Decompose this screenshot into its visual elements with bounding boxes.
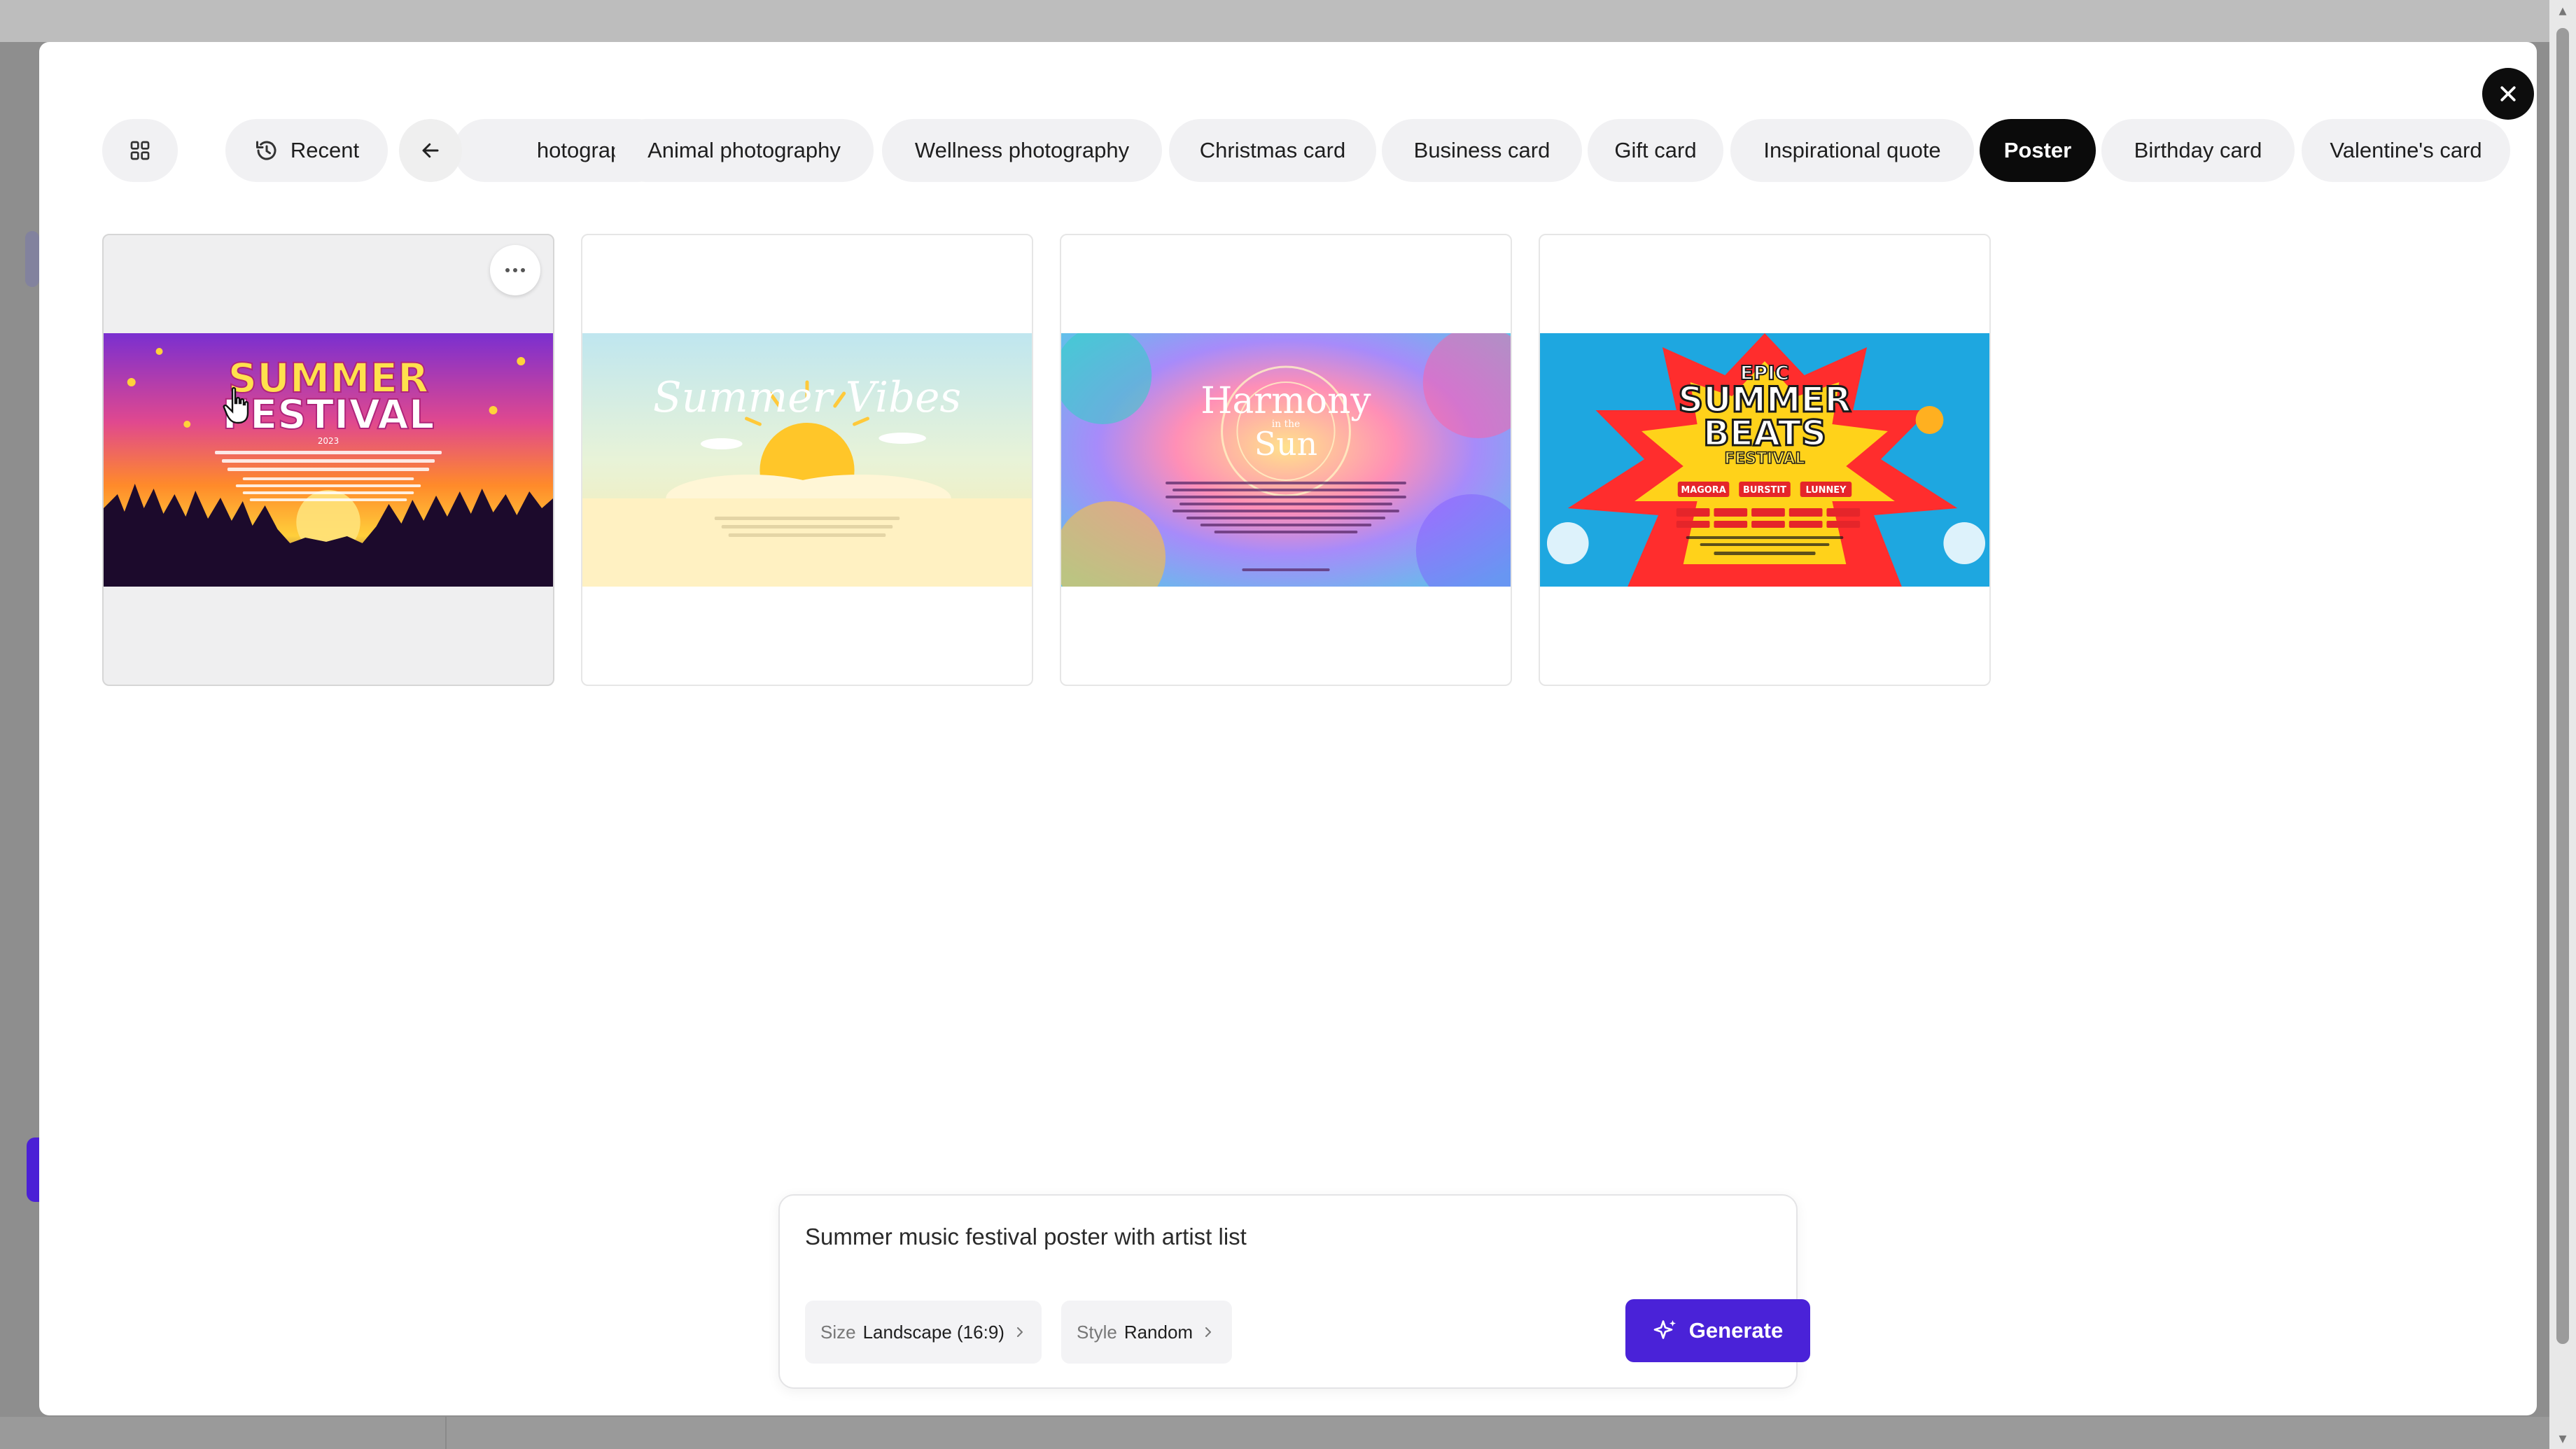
result-card-summer-festival[interactable]: SUMMER FESTIVAL 2023	[102, 234, 554, 686]
chip-label: Christmas card	[1199, 138, 1346, 162]
backdrop-sidebar-item	[25, 231, 39, 287]
size-key: Size	[820, 1321, 856, 1343]
chip-christmas-card[interactable]: Christmas card	[1169, 119, 1376, 182]
scrollbar-thumb[interactable]	[2556, 28, 2569, 1344]
poster-title: Harmony	[1200, 380, 1371, 422]
mouse-cursor-hand-icon	[223, 387, 249, 424]
chip-business-card[interactable]: Business card	[1382, 119, 1582, 182]
sparkle-icon	[1653, 1320, 1676, 1339]
poster-image-summer-vibes[interactable]: Summer Vibes	[582, 333, 1032, 587]
poster-title-line2: FESTIVAL	[222, 391, 434, 438]
grid-view-button[interactable]	[102, 119, 178, 182]
chip-label: Birthday card	[2134, 138, 2262, 162]
poster-title: Summer Vibes	[653, 373, 961, 422]
chip-gift-card[interactable]: Gift card	[1588, 119, 1723, 182]
chip-animal-photography[interactable]: Animal photography	[615, 119, 874, 182]
scroll-left-button[interactable]	[399, 119, 462, 182]
prompt-panel: Size Landscape (16:9) Style Random Gener…	[778, 1194, 1810, 1389]
poster-artist: LUNNEY	[1805, 485, 1847, 496]
size-value: Landscape (16:9)	[862, 1321, 1004, 1343]
backdrop-divider	[445, 1417, 447, 1449]
poster-title-line3: BEATS	[1703, 413, 1826, 454]
close-icon	[2500, 86, 2516, 102]
backdrop-top	[0, 0, 2576, 42]
chip-valentines-card[interactable]: Valentine's card	[2302, 119, 2510, 182]
chip-inspirational-quote[interactable]: Inspirational quote	[1730, 119, 1974, 182]
style-selector[interactable]: Style Random	[1061, 1301, 1232, 1364]
scroll-down-arrow-icon[interactable]: ▾	[2555, 1431, 2570, 1446]
chip-label: Recent	[290, 138, 360, 162]
result-card-epic-summer-beats[interactable]: EPIC SUMMER BEATS FESTIVAL MAGORA BURSTI…	[1539, 234, 1991, 686]
chip-label: Animal photography	[648, 138, 841, 162]
result-card-harmony-sun[interactable]: Harmony in the Sun	[1060, 234, 1512, 686]
chip-label: Wellness photography	[914, 138, 1130, 162]
prompt-input[interactable]	[805, 1224, 1715, 1250]
chip-recent[interactable]: Recent	[225, 119, 388, 182]
size-selector[interactable]: Size Landscape (16:9)	[805, 1301, 1042, 1364]
chip-wellness-photography[interactable]: Wellness photography	[882, 119, 1162, 182]
chip-label: Gift card	[1614, 138, 1697, 162]
poster-title-line2: Sun	[1254, 425, 1317, 463]
style-key: Style	[1077, 1321, 1117, 1343]
style-value: Random	[1124, 1321, 1194, 1343]
poster-artist: BURSTIT	[1743, 485, 1786, 496]
poster-title-line4: FESTIVAL	[1725, 450, 1805, 468]
poster-image-summer-festival[interactable]: SUMMER FESTIVAL 2023	[104, 333, 553, 587]
chip-label: Poster	[2003, 138, 2072, 162]
history-icon	[254, 138, 279, 163]
category-chip-row: Recent hotography Animal photography Wel…	[102, 119, 2510, 182]
poster-year: 2023	[318, 436, 339, 446]
scroll-up-arrow-icon[interactable]: ▴	[2555, 3, 2570, 18]
chip-label: Inspirational quote	[1763, 138, 1941, 162]
poster-artist: MAGORA	[1681, 485, 1726, 496]
chip-label: Valentine's card	[2330, 138, 2482, 162]
chip-birthday-card[interactable]: Birthday card	[2101, 119, 2295, 182]
arrow-left-icon	[420, 140, 441, 161]
chevron-right-icon	[1016, 1327, 1023, 1337]
generate-label: Generate	[1688, 1318, 1784, 1343]
more-horizontal-icon	[505, 268, 525, 272]
window-scrollbar[interactable]: ▴ ▾	[2549, 0, 2576, 1449]
chevron-right-icon	[1205, 1327, 1212, 1337]
grid-icon	[129, 139, 151, 162]
close-button[interactable]	[2482, 68, 2534, 120]
poster-image-harmony-sun[interactable]: Harmony in the Sun	[1061, 333, 1511, 587]
more-options-button[interactable]	[490, 245, 540, 295]
generate-modal: Recent hotography Animal photography Wel…	[39, 42, 2537, 1415]
backdrop-bottom-bar	[0, 1417, 2576, 1449]
poster-image-epic-summer-beats[interactable]: EPIC SUMMER BEATS FESTIVAL MAGORA BURSTI…	[1540, 333, 1989, 587]
generate-button[interactable]: Generate	[1625, 1299, 1810, 1362]
result-card-summer-vibes[interactable]: Summer Vibes	[581, 234, 1033, 686]
chip-label: Business card	[1413, 138, 1550, 162]
chip-poster[interactable]: Poster	[1980, 119, 2096, 182]
